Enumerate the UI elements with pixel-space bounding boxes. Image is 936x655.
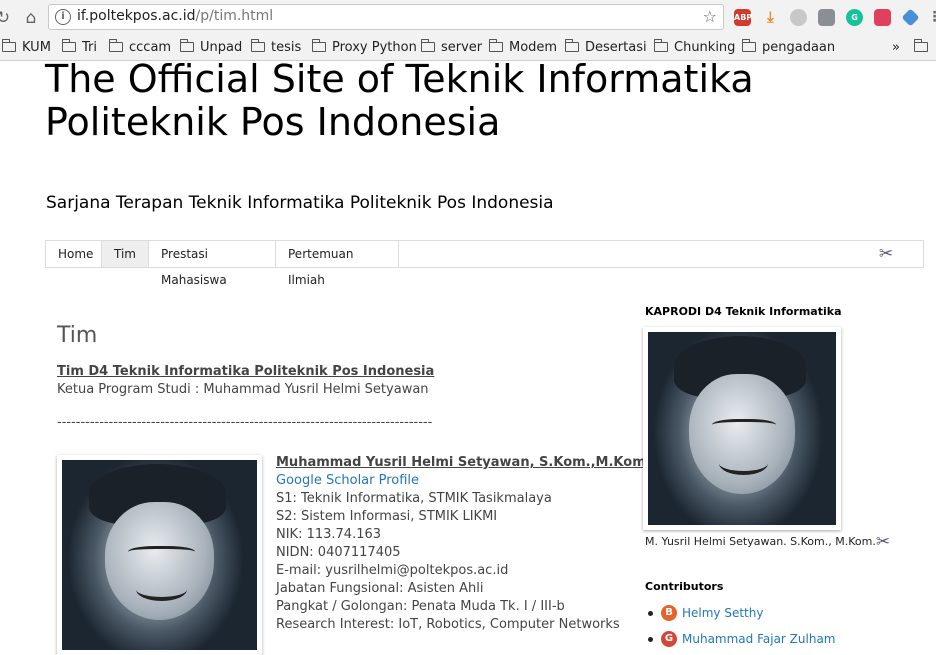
- folder-icon: [653, 39, 668, 52]
- bookmark-folder[interactable]: Desertasi: [564, 38, 647, 56]
- divider: ----------------------------------------…: [57, 415, 433, 430]
- folder-icon: [741, 39, 756, 52]
- folder-icon: [488, 39, 503, 52]
- post-title: Tim: [57, 323, 98, 348]
- site-description: Sarjana Terapan Teknik Informatika Polit…: [46, 193, 554, 213]
- folder-icon: [564, 39, 579, 52]
- bookmark-folder[interactable]: pengadaan: [741, 38, 835, 56]
- tab-home[interactable]: Home: [46, 241, 102, 267]
- bookmark-folder[interactable]: Proxy Python: [311, 38, 417, 56]
- menu-icon[interactable]: ⋮: [926, 9, 936, 26]
- reload-icon[interactable]: ↻: [0, 7, 14, 29]
- bookmarks-overflow-button[interactable]: »: [892, 38, 900, 56]
- head-of-program: Ketua Program Studi : Muhammad Yusril He…: [57, 382, 429, 397]
- folder-icon: [108, 39, 123, 52]
- edit-tools-icon[interactable]: ✂: [876, 244, 896, 264]
- grammarly-icon[interactable]: G: [846, 9, 863, 26]
- kaprodi-caption: M. Yusril Helmi Setyawan. S.Kom., M.Kom.: [645, 535, 876, 548]
- adblock-extension-icon[interactable]: ABP: [734, 9, 752, 26]
- profile-photo: [57, 455, 262, 655]
- contributor-item[interactable]: B Helmy Setthy: [648, 605, 763, 621]
- extension-icon[interactable]: [818, 9, 835, 26]
- contributors-heading: Contributors: [645, 580, 724, 593]
- profile-name-link[interactable]: Muhammad Yusril Helmi Setyawan, S.Kom.,M…: [276, 455, 651, 470]
- nav-tabs: Home Tim Prestasi Mahasiswa Pertemuan Il…: [45, 240, 924, 287]
- bookmark-folder[interactable]: KUM: [1, 38, 51, 56]
- address-bar[interactable]: i if.poltekpos.ac.id/p/tim.html ☆: [48, 4, 724, 30]
- tab-tim[interactable]: Tim: [102, 241, 149, 267]
- tab-pertemuan-ilmiah[interactable]: Pertemuan Ilmiah: [276, 241, 399, 287]
- tab-prestasi-mahasiswa[interactable]: Prestasi Mahasiswa: [149, 241, 276, 287]
- kaprodi-heading: KAPRODI D4 Teknik Informatika: [645, 305, 842, 318]
- blogger-icon: B: [661, 605, 677, 621]
- extension-icon[interactable]: [874, 9, 891, 26]
- folder-icon: [179, 39, 194, 52]
- bookmarks-bar: KUM Tri cccam Unpad tesis Proxy Python s…: [0, 36, 936, 58]
- kaprodi-photo: [643, 327, 841, 530]
- browser-chrome: ↻ ⌂ i if.poltekpos.ac.id/p/tim.html ☆ AB…: [0, 0, 936, 61]
- profile-nik: NIK: 113.74.163: [276, 527, 382, 542]
- bookmark-folder[interactable]: tesis: [250, 38, 301, 56]
- folder-icon: [61, 39, 76, 52]
- team-heading-link[interactable]: Tim D4 Teknik Informatika Politeknik Pos…: [57, 364, 434, 379]
- url-text[interactable]: if.poltekpos.ac.id/p/tim.html: [77, 8, 273, 24]
- info-icon[interactable]: i: [55, 9, 71, 25]
- folder-icon: [1, 39, 16, 52]
- profile-jabatan: Jabatan Fungsional: Asisten Ahli: [276, 581, 484, 596]
- download-icon[interactable]: ⤓: [762, 9, 779, 26]
- bookmark-folder[interactable]: [913, 38, 934, 56]
- home-icon[interactable]: ⌂: [20, 7, 42, 29]
- bookmark-folder[interactable]: server: [420, 38, 482, 56]
- folder-icon: [311, 39, 326, 52]
- folder-icon: [250, 39, 265, 52]
- profile-email: E-mail: yusrilhelmi@poltekpos.ac.id: [276, 563, 509, 578]
- profile-s1: S1: Teknik Informatika, STMIK Tasikmalay…: [276, 491, 552, 506]
- bookmark-star-icon[interactable]: ☆: [703, 7, 717, 26]
- profile-pangkat: Pangkat / Golongan: Penata Muda Tk. I / …: [276, 599, 565, 614]
- bookmark-folder[interactable]: Chunking: [653, 38, 735, 56]
- folder-icon: [913, 39, 928, 52]
- folder-icon: [420, 39, 435, 52]
- profile-s2: S2: Sistem Informasi, STMIK LIKMI: [276, 509, 498, 524]
- bookmark-folder[interactable]: Unpad: [179, 38, 242, 56]
- profile-research: Research Interest: IoT, Robotics, Comput…: [276, 617, 620, 632]
- bookmark-folder[interactable]: Modem: [488, 38, 557, 56]
- profile-nidn: NIDN: 0407117405: [276, 545, 401, 560]
- google-scholar-link[interactable]: Google Scholar Profile: [276, 473, 419, 488]
- extension-icon[interactable]: [901, 8, 920, 27]
- edit-tools-icon[interactable]: ✂: [873, 532, 893, 552]
- site-title[interactable]: The Official Site of Teknik Informatika …: [45, 58, 825, 144]
- bookmark-folder[interactable]: cccam: [108, 38, 171, 56]
- extension-icon[interactable]: [790, 9, 807, 26]
- bookmark-folder[interactable]: Tri: [61, 38, 97, 56]
